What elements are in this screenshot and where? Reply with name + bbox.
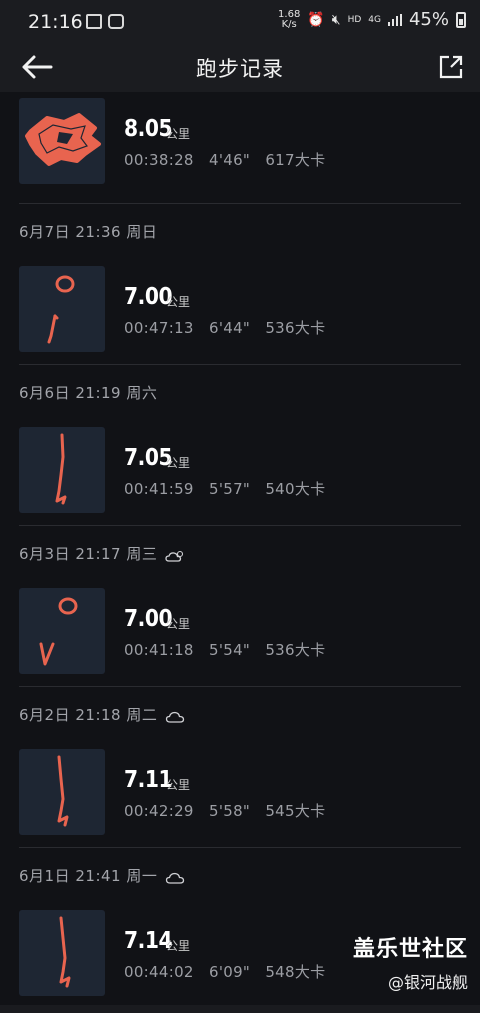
share-icon[interactable] (436, 52, 466, 82)
status-time: 21:16 (28, 11, 83, 33)
route-map-icon (25, 113, 101, 166)
watermark-title: 盖乐世社区 (352, 937, 468, 962)
run-stats: 00:47:13 6'44" 536大卡 (124, 319, 326, 337)
route-map-icon (39, 597, 78, 666)
signal-label: 4G (368, 14, 381, 25)
run-unit: 公里 (166, 295, 191, 309)
route-map-icon (57, 755, 69, 827)
gallery-icon (86, 14, 102, 29)
route-thumbnail[interactable] (19, 427, 105, 513)
notification-icons (86, 14, 124, 29)
run-date-header: 6月7日 21:36 周日 (19, 223, 158, 241)
run-stats: 00:42:29 5'58" 545大卡 (124, 802, 326, 820)
run-list: 8.05 公里 00:38:28 4'46" 617大卡 6月7日 21:36 … (0, 92, 480, 1009)
run-unit: 公里 (166, 778, 191, 792)
run-date-header: 6月1日 21:41 周一 (0, 848, 480, 904)
status-bar: 21:16 1.68 K/s ⏰ 🔇︎ HD 4G 45% (0, 0, 480, 44)
battery-percent: 45% (408, 9, 449, 30)
partly-cloudy-icon (165, 550, 184, 562)
watermark: 盖乐世社区 @银河战舰 (353, 931, 468, 993)
run-distance: 7.00 (124, 606, 173, 632)
route-thumbnail[interactable] (19, 910, 105, 996)
watermark-subtitle: @银河战舰 (387, 973, 468, 992)
wifi-app-icon (108, 14, 124, 29)
run-unit: 公里 (166, 939, 191, 953)
net-speed: 1.68 K/s (278, 8, 301, 30)
route-map-icon (59, 916, 71, 988)
run-date-header: 6月6日 21:19 周六 (19, 384, 158, 402)
cloud-icon (166, 872, 185, 884)
run-distance: 8.05 (124, 116, 173, 142)
run-date-header: 6月3日 21:17 周三 (0, 526, 480, 582)
run-item[interactable]: 6月2日 21:18 周二 7.11 公里 00:42:29 5'58" 545… (0, 687, 480, 848)
run-item[interactable]: 8.05 公里 00:38:28 4'46" 617大卡 (0, 92, 480, 204)
run-unit: 公里 (166, 617, 191, 631)
run-distance: 7.05 (124, 445, 173, 471)
bottom-edge (0, 1005, 480, 1013)
alarm-icon: ⏰ (307, 11, 325, 28)
route-thumbnail[interactable] (19, 266, 105, 352)
run-date-header: 6月2日 21:18 周二 (0, 687, 480, 743)
run-stats: 00:41:59 5'57" 540大卡 (124, 480, 326, 498)
battery-icon (456, 11, 466, 28)
run-distance: 7.11 (124, 767, 173, 793)
run-item[interactable]: 6月6日 21:19 周六 7.05 公里 00:41:59 5'57" 540… (0, 365, 480, 526)
signal-icon (387, 13, 402, 26)
run-stats: 00:44:02 6'09" 548大卡 (124, 963, 326, 981)
route-thumbnail[interactable] (19, 588, 105, 674)
app-bar: 跑步记录 (0, 44, 480, 92)
status-right: 1.68 K/s ⏰ 🔇︎ HD 4G 45% (278, 9, 466, 30)
run-distance: 7.00 (124, 284, 173, 310)
route-map-icon (47, 275, 75, 344)
cloud-icon (166, 711, 185, 723)
route-thumbnail[interactable] (19, 98, 105, 184)
run-stats: 00:38:28 4'46" 617大卡 (124, 151, 326, 169)
route-thumbnail[interactable] (19, 749, 105, 835)
run-unit: 公里 (166, 456, 191, 470)
page-title: 跑步记录 (196, 57, 284, 81)
run-item[interactable]: 6月3日 21:17 周三 7.00 公里 00:41:18 5'54" 536… (0, 526, 480, 687)
hd-label: HD (347, 14, 362, 25)
run-unit: 公里 (166, 127, 191, 141)
route-map-icon (55, 433, 67, 505)
run-item[interactable]: 6月7日 21:36 周日 7.00 公里 00:47:13 6'44" 536… (0, 204, 480, 365)
run-distance: 7.14 (124, 928, 173, 954)
run-stats: 00:41:18 5'54" 536大卡 (124, 641, 326, 659)
mute-icon: 🔇︎ (331, 11, 341, 28)
